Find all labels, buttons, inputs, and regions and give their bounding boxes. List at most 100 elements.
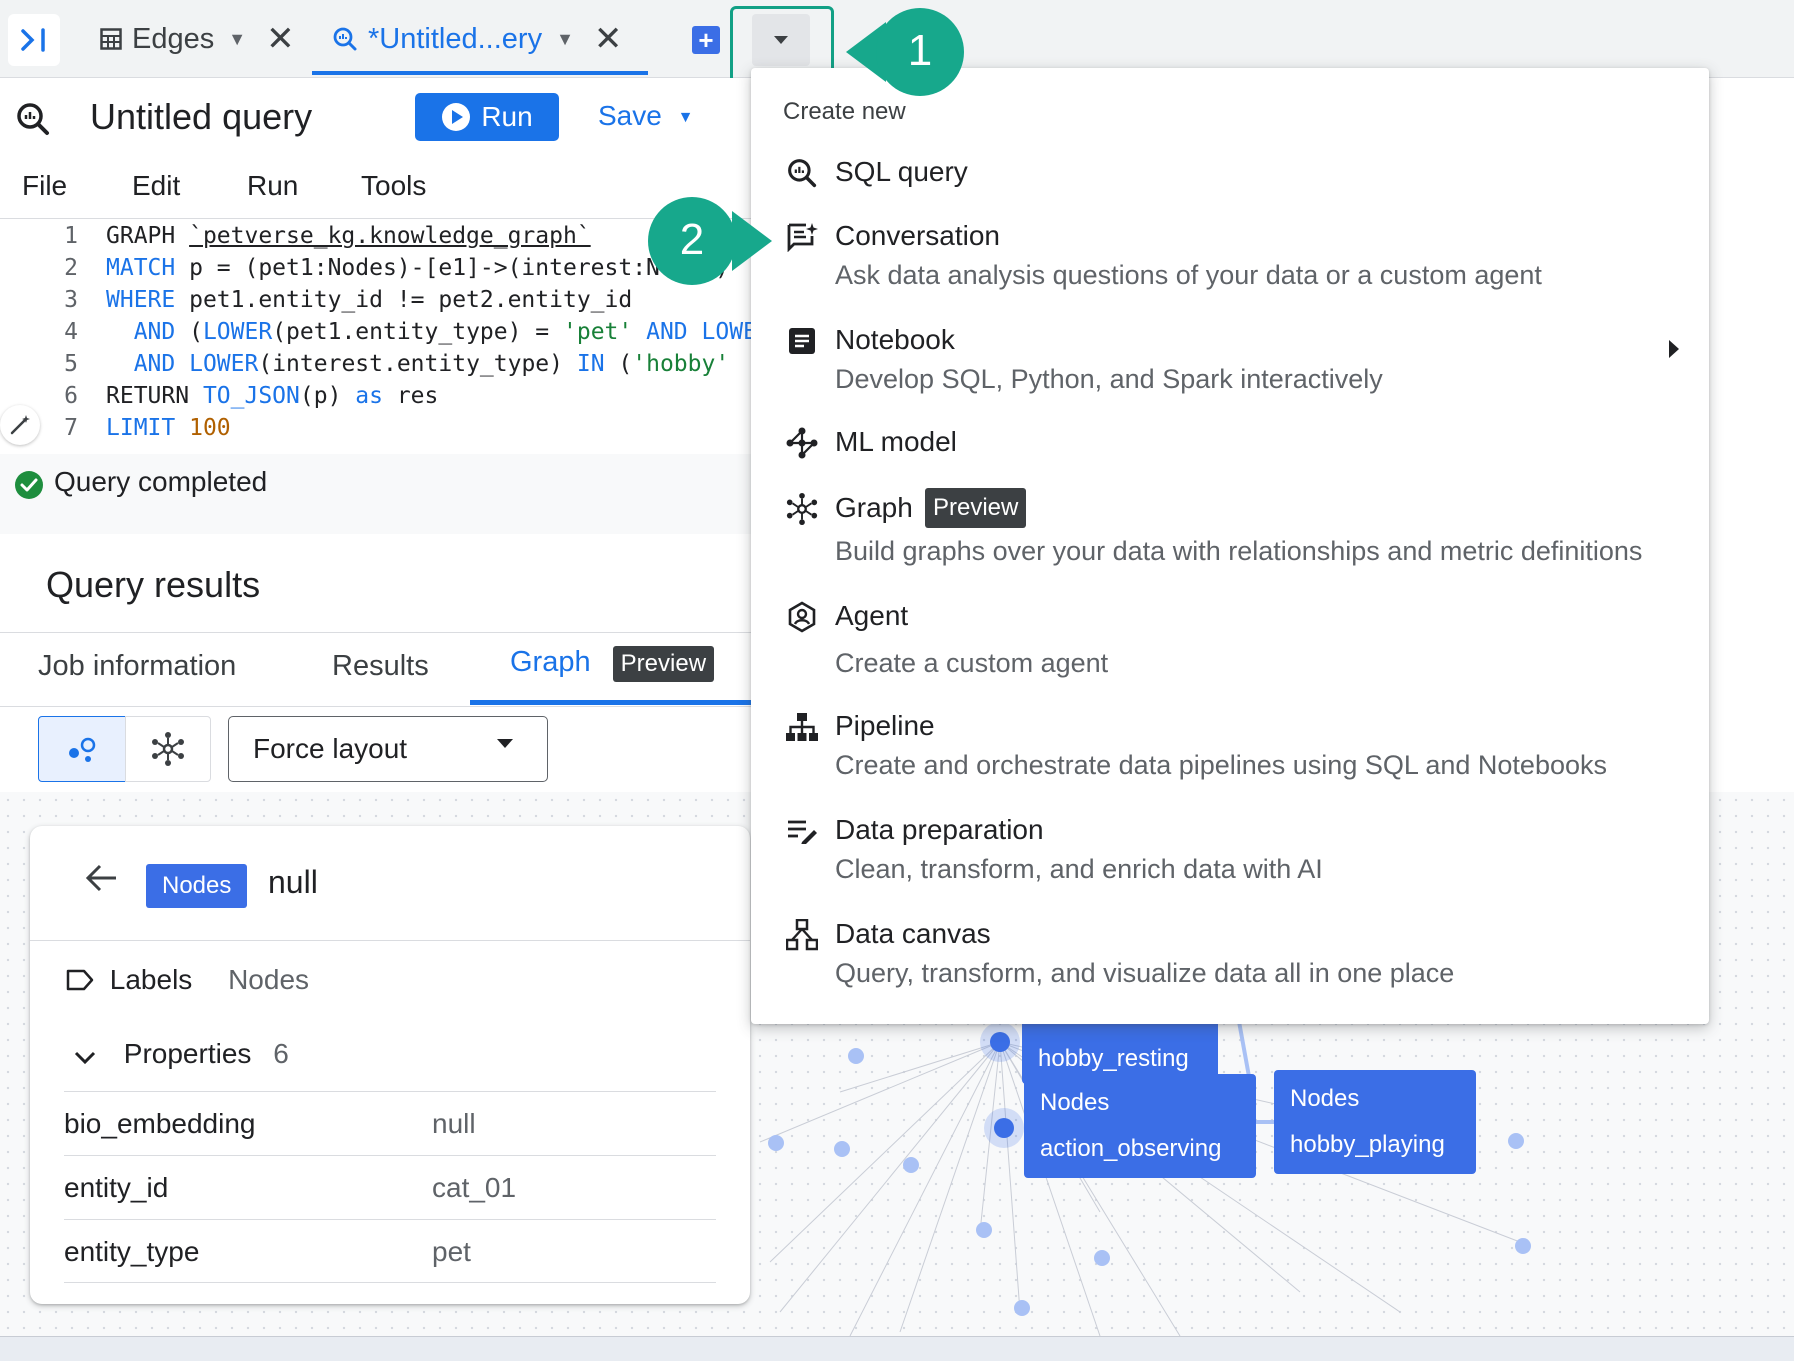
menu-item-graph[interactable]: Graph Preview Build graphs over your dat…	[751, 488, 1709, 578]
callout-1: 1	[846, 8, 976, 96]
menu-tools[interactable]: Tools	[361, 170, 426, 202]
magic-wand-icon[interactable]	[0, 405, 40, 445]
agent-icon	[785, 600, 819, 634]
graph-dot[interactable]	[903, 1157, 919, 1173]
divider	[0, 632, 752, 633]
graph-dot[interactable]	[1515, 1238, 1531, 1254]
add-tab-icon[interactable]: +	[692, 26, 720, 54]
graph-dot[interactable]	[1094, 1250, 1110, 1266]
menu-edit[interactable]: Edit	[132, 170, 180, 202]
run-button[interactable]: Run	[415, 93, 559, 141]
labels-key: Labels	[109, 964, 193, 995]
graph-dot[interactable]	[1508, 1133, 1524, 1149]
line-number: 1	[64, 223, 78, 249]
line-number: 6	[64, 383, 78, 409]
menu-item-title: Pipeline	[835, 710, 935, 741]
menu-item-sql-query[interactable]: SQL query	[751, 156, 1709, 206]
menu-heading: Create new	[783, 98, 906, 125]
line-number: 4	[64, 319, 78, 345]
menu-item-title: Data canvas	[835, 918, 991, 949]
ml-model-icon	[785, 426, 819, 460]
collapse-panel-icon[interactable]	[8, 14, 60, 66]
menu-run[interactable]: Run	[247, 170, 298, 202]
code-line: GRAPH `petverse_kg.knowledge_graph`	[106, 223, 591, 249]
properties-toggle[interactable]: Properties 6	[74, 1038, 289, 1072]
graph-dot[interactable]	[848, 1048, 864, 1064]
chevron-down-icon[interactable]: ▼	[228, 29, 246, 50]
menu-item-ml-model[interactable]: ML model	[751, 426, 1709, 476]
close-icon[interactable]: ✕	[594, 19, 623, 59]
query-title: Untitled query	[90, 96, 313, 137]
menu-item-conversation[interactable]: Conversation Ask data analysis questions…	[751, 220, 1709, 306]
tab-edges[interactable]: Edges ▼ ✕	[100, 0, 295, 78]
menu-item-description: Ask data analysis questions of your data…	[835, 260, 1542, 290]
query-status: Query completed	[0, 454, 752, 534]
menu-item-description: Query, transform, and visualize data all…	[835, 958, 1455, 988]
play-icon	[442, 103, 471, 131]
node-name: hobby_playing	[1290, 1131, 1445, 1158]
property-row: entity_type pet	[64, 1219, 716, 1283]
preview-badge: Preview	[925, 488, 1027, 528]
node-name: hobby_resting	[1038, 1045, 1189, 1072]
graph-dot[interactable]	[834, 1141, 850, 1157]
property-key: entity_id	[64, 1172, 169, 1203]
back-arrow-icon[interactable]	[84, 860, 120, 906]
graph-view-button[interactable]	[125, 716, 211, 782]
graph-dot[interactable]	[1014, 1300, 1030, 1316]
labels-value: Nodes	[228, 964, 310, 995]
taskbar-strip	[0, 1336, 1794, 1361]
menu-item-pipeline[interactable]: Pipeline Create and orchestrate data pip…	[751, 710, 1709, 796]
line-number: 5	[64, 351, 78, 377]
sql-editor[interactable]: 1 2 3 4 5 6 7 GRAPH `petverse_kg.knowled…	[0, 218, 771, 454]
menu-item-data-preparation[interactable]: Data preparation Clean, transform, and e…	[751, 814, 1709, 900]
save-button[interactable]: Save ▼	[598, 100, 693, 132]
nodes-view-icon	[69, 737, 96, 762]
callout-2: 2	[648, 197, 772, 285]
property-row: entity_id cat_01	[64, 1155, 716, 1219]
node-details-panel: Nodes null Labels Nodes Properties 6 bio…	[30, 826, 750, 1304]
property-key: bio_embedding	[64, 1108, 256, 1139]
query-icon	[332, 26, 358, 52]
conversation-icon	[785, 220, 819, 254]
graph-dot[interactable]	[976, 1222, 992, 1238]
callout-number: 2	[679, 215, 705, 264]
menu-item-title: Data preparation	[835, 814, 1044, 845]
menu-item-agent[interactable]: Agent Create a custom agent	[751, 600, 1709, 686]
network-icon	[152, 732, 184, 766]
graph-node-action-observing[interactable]: Nodes action_observing	[1024, 1074, 1256, 1178]
pipeline-icon	[785, 710, 819, 744]
tab-untitled-query[interactable]: *Untitled...ery ▼ ✕	[312, 0, 648, 78]
graph-icon	[785, 492, 819, 526]
graph-dot[interactable]	[768, 1135, 784, 1151]
query-header: Untitled query Run Save ▼ File Edit Run …	[0, 78, 752, 226]
tab-results[interactable]: Results	[332, 650, 429, 683]
menu-item-notebook[interactable]: Notebook Develop SQL, Python, and Spark …	[751, 324, 1709, 410]
graph-node-hobby-playing[interactable]: Nodes hobby_playing	[1274, 1070, 1476, 1174]
nodes-badge: Nodes	[146, 864, 248, 908]
menu-item-title: Conversation	[835, 220, 1000, 251]
caret-down-icon	[497, 739, 513, 748]
graph-node-dot[interactable]	[994, 1118, 1014, 1138]
code-line: WHERE pet1.entity_id != pet2.entity_id	[106, 287, 633, 313]
table-icon	[100, 28, 122, 50]
preview-badge: Preview	[612, 646, 715, 682]
menu-item-data-canvas[interactable]: Data canvas Query, transform, and visual…	[751, 918, 1709, 1004]
graph-node-dot[interactable]	[990, 1032, 1010, 1052]
node-type: Nodes	[1290, 1085, 1360, 1112]
tab-graph[interactable]: Graph Preview	[510, 646, 715, 682]
close-icon[interactable]: ✕	[266, 19, 295, 59]
schema-view-button[interactable]	[38, 716, 126, 782]
chevron-down-icon[interactable]: ▼	[556, 29, 574, 50]
menu-item-description: Create a custom agent	[835, 648, 1109, 678]
layout-select[interactable]: Force layout	[228, 716, 548, 782]
labels-row: Labels Nodes	[66, 964, 309, 998]
menu-file[interactable]: File	[22, 170, 67, 202]
submenu-arrow-icon	[1669, 340, 1679, 358]
code-line: MATCH p = (pet1:Nodes)-[e1]->(interest:N…	[106, 255, 730, 281]
divider	[30, 940, 750, 941]
menu-item-title: Agent	[835, 600, 909, 631]
tab-job-information[interactable]: Job information	[38, 650, 236, 683]
line-number: 3	[64, 287, 78, 313]
status-text: Query completed	[54, 466, 268, 497]
notebook-icon	[785, 324, 819, 358]
